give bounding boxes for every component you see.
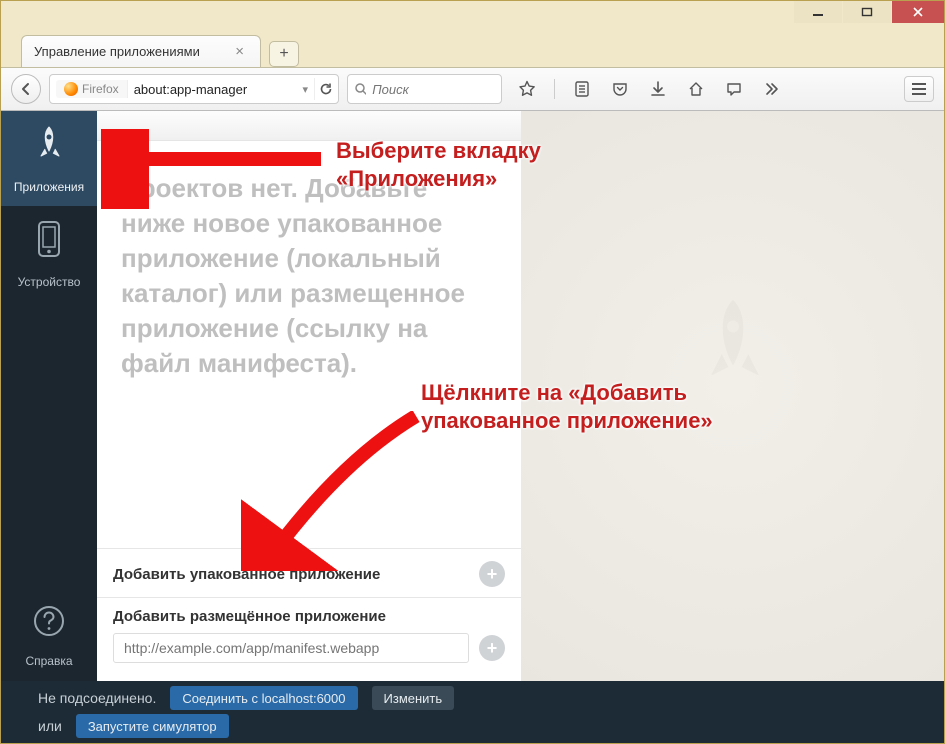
toolbar-icons xyxy=(516,78,783,100)
status-or-label: или xyxy=(38,718,62,734)
sidenav-apps-label: Приложения xyxy=(14,180,84,194)
chevron-right-double-icon xyxy=(763,80,781,98)
add-hosted-row: Добавить размещённое приложение + xyxy=(97,597,521,681)
change-button[interactable]: Изменить xyxy=(372,686,455,710)
add-hosted-label: Добавить размещённое приложение xyxy=(113,608,505,625)
reading-list-button[interactable] xyxy=(571,78,593,100)
browser-tab[interactable]: Управление приложениями × xyxy=(21,35,261,67)
window-minimize-button[interactable] xyxy=(794,1,842,23)
no-projects-message: Проектов нет. Добавьте ниже новое упаков… xyxy=(97,141,521,412)
pocket-button[interactable] xyxy=(609,78,631,100)
bookmark-star-button[interactable] xyxy=(516,78,538,100)
tab-close-button[interactable]: × xyxy=(231,43,248,60)
search-icon xyxy=(354,82,366,96)
status-disconnected-text: Не подсоединено. xyxy=(38,690,156,706)
pocket-icon xyxy=(611,80,629,98)
home-button[interactable] xyxy=(685,78,707,100)
sidenav-help[interactable]: Справка xyxy=(1,591,97,681)
toolbar-separator xyxy=(554,79,555,99)
reload-icon xyxy=(319,82,333,96)
connect-button[interactable]: Соединить с localhost:6000 xyxy=(170,686,357,710)
search-input[interactable] xyxy=(372,82,495,97)
plus-icon: + xyxy=(487,638,498,659)
tab-strip: Управление приложениями × + xyxy=(1,31,944,67)
back-button[interactable] xyxy=(11,74,41,104)
window-maximize-button[interactable] xyxy=(843,1,891,23)
connection-status-bar: Не подсоединено. Соединить с localhost:6… xyxy=(1,681,944,743)
download-icon xyxy=(649,80,667,98)
sidenav-help-label: Справка xyxy=(25,654,72,668)
rocket-placeholder-icon xyxy=(688,293,778,408)
reload-button[interactable] xyxy=(314,78,336,100)
hello-button[interactable] xyxy=(723,78,745,100)
chat-icon xyxy=(725,80,743,98)
arrow-left-icon xyxy=(19,82,33,96)
url-dropdown-button[interactable]: ▾ xyxy=(298,83,312,96)
app-manager-panels: Проектов нет. Добавьте ниже новое упаков… xyxy=(97,111,944,681)
rocket-icon xyxy=(31,124,67,172)
add-hosted-button[interactable]: + xyxy=(479,635,505,661)
side-nav: Приложения Устройство Справка xyxy=(1,111,97,681)
maximize-icon xyxy=(861,6,873,18)
content-area: Приложения Устройство Справка Проектов н… xyxy=(1,111,944,681)
help-icon xyxy=(32,604,66,646)
downloads-button[interactable] xyxy=(647,78,669,100)
sidenav-apps[interactable]: Приложения xyxy=(1,111,97,206)
url-bar[interactable]: Firefox about:app-manager ▾ xyxy=(49,74,339,104)
identity-label: Firefox xyxy=(82,82,119,96)
sidenav-device-label: Устройство xyxy=(18,275,81,289)
window-titlebar[interactable] xyxy=(1,1,944,31)
window-close-button[interactable] xyxy=(892,1,944,23)
hosted-manifest-input[interactable] xyxy=(113,633,469,663)
new-tab-button[interactable]: + xyxy=(269,41,299,67)
clipboard-icon xyxy=(573,80,591,98)
menu-button[interactable] xyxy=(904,76,934,102)
overflow-button[interactable] xyxy=(761,78,783,100)
app-details-panel xyxy=(521,111,944,681)
sidenav-device[interactable]: Устройство xyxy=(1,206,97,301)
firefox-icon xyxy=(64,82,78,96)
browser-window: Управление приложениями × + Firefox abou… xyxy=(0,0,945,744)
minimize-icon xyxy=(812,6,824,18)
apps-list-header xyxy=(97,111,521,141)
url-text[interactable]: about:app-manager xyxy=(128,82,299,97)
close-icon xyxy=(912,6,924,18)
add-packaged-row[interactable]: Добавить упакованное приложение + xyxy=(97,548,521,597)
add-packaged-label: Добавить упакованное приложение xyxy=(113,566,469,583)
phone-icon xyxy=(34,219,64,267)
start-simulator-button[interactable]: Запустите симулятор xyxy=(76,714,229,738)
home-icon xyxy=(687,80,705,98)
search-bar[interactable] xyxy=(347,74,502,104)
add-packaged-button[interactable]: + xyxy=(479,561,505,587)
hamburger-icon xyxy=(911,82,927,96)
star-icon xyxy=(518,80,536,98)
navigation-toolbar: Firefox about:app-manager ▾ xyxy=(1,67,944,111)
tab-title: Управление приложениями xyxy=(34,44,200,59)
apps-list-panel: Проектов нет. Добавьте ниже новое упаков… xyxy=(97,111,521,681)
plus-icon: + xyxy=(487,564,498,585)
identity-box[interactable]: Firefox xyxy=(56,80,128,98)
